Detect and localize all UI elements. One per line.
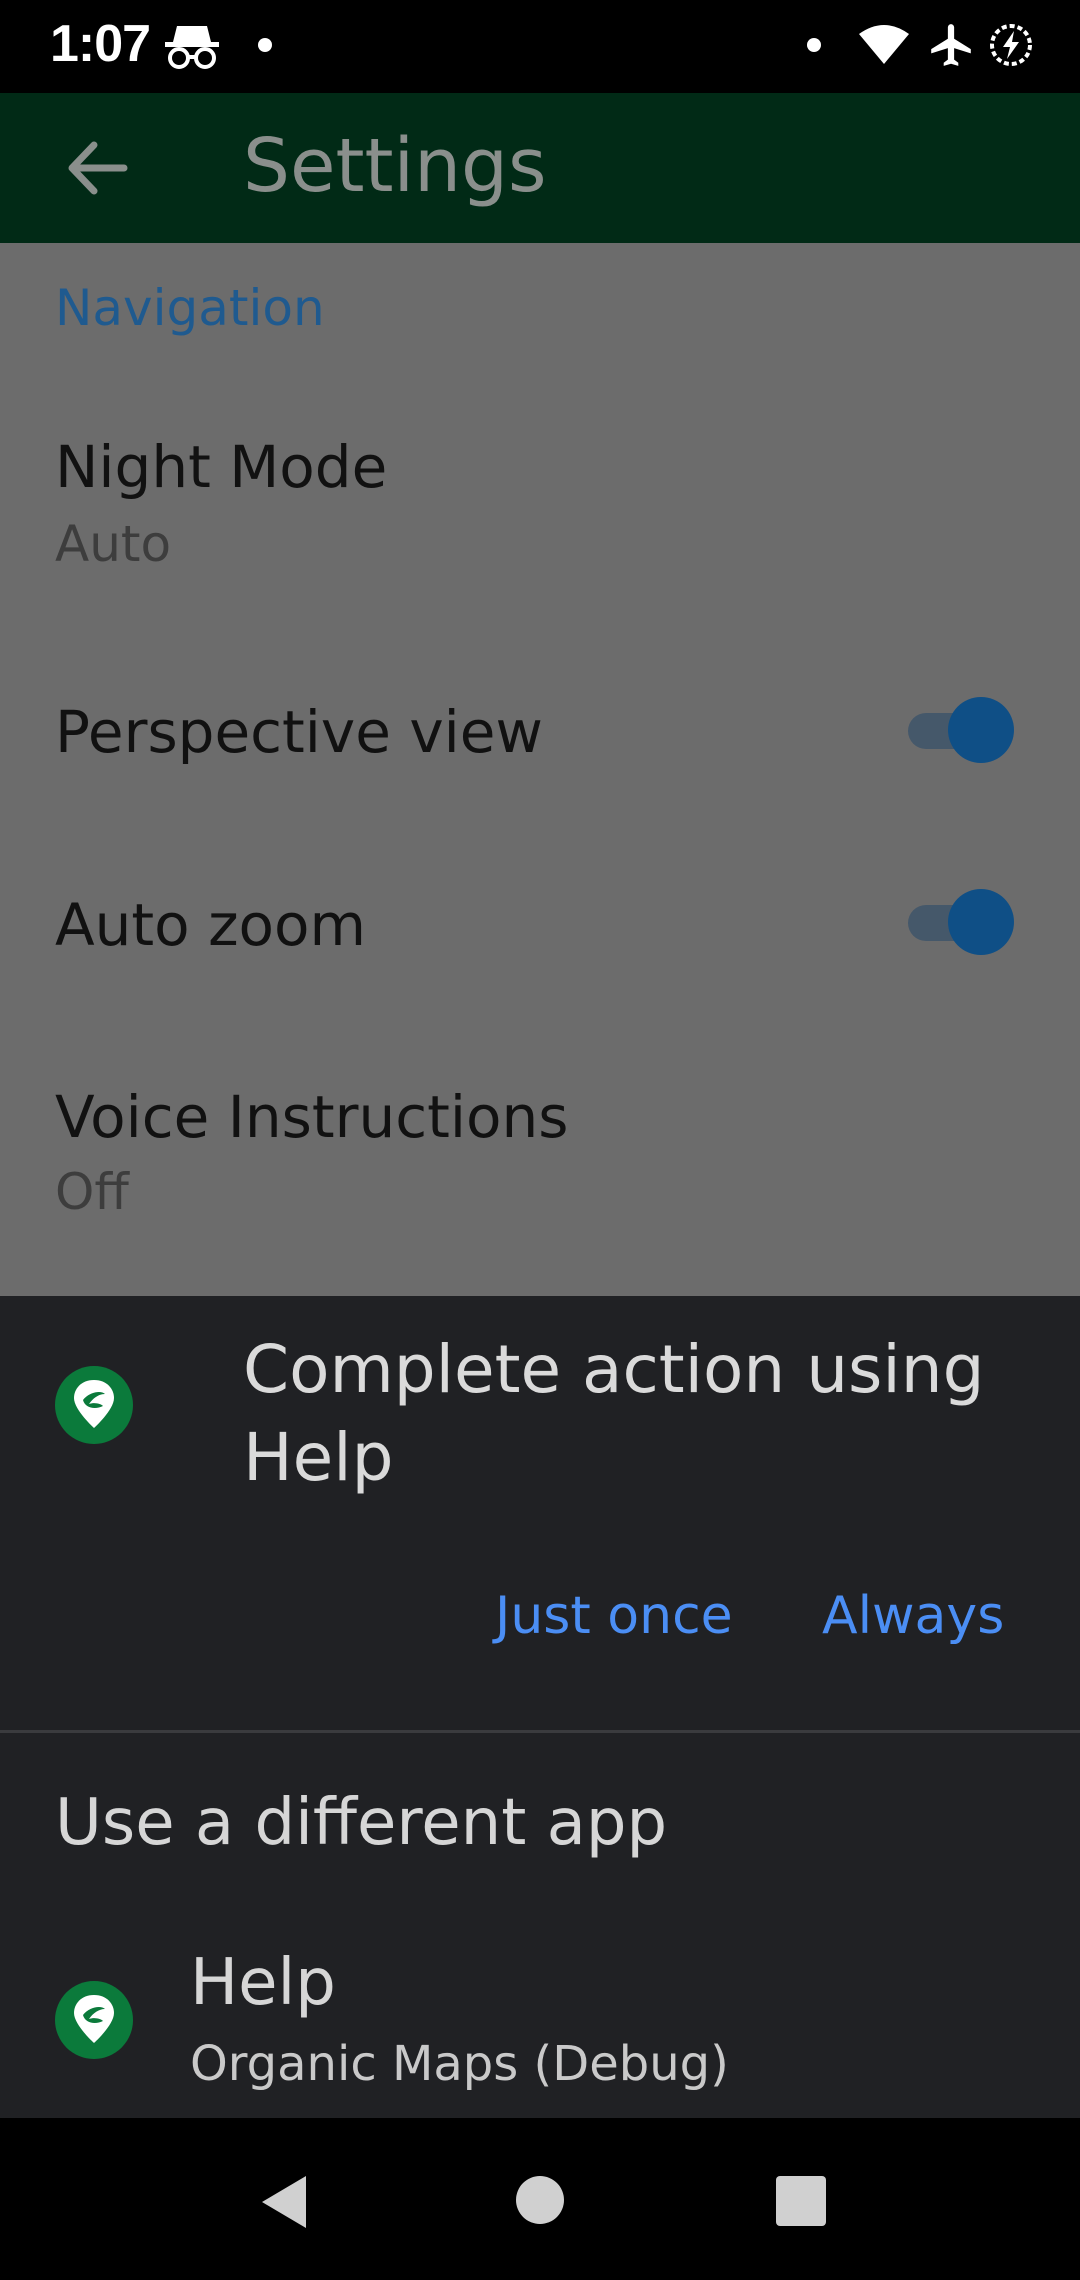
voice-instructions-title: Voice Instructions — [55, 1083, 569, 1151]
page-title: Settings — [243, 123, 547, 209]
night-mode-title: Night Mode — [55, 433, 388, 501]
app-toolbar: Settings — [0, 93, 1080, 243]
notification-dot-icon — [258, 38, 272, 52]
airplane-mode-icon — [931, 24, 971, 66]
night-mode-value: Auto — [55, 515, 172, 573]
incognito-icon — [165, 26, 219, 69]
app-chooser-sheet: Complete action using Help Just once Alw… — [0, 1296, 1080, 2118]
toggle-thumb — [948, 697, 1014, 763]
chooser-heading: Complete action using Help — [243, 1331, 985, 1496]
organic-maps-logo-icon — [55, 1981, 133, 2059]
system-nav-bar — [0, 2118, 1080, 2280]
perspective-view-title: Perspective view — [55, 698, 543, 766]
section-title-navigation: Navigation — [55, 279, 325, 337]
app-package-label: Organic Maps (Debug) — [190, 2036, 729, 2092]
arrow-left-icon[interactable] — [62, 133, 132, 203]
auto-zoom-toggle[interactable] — [903, 883, 1014, 963]
always-button[interactable]: Always — [822, 1586, 1004, 1646]
perspective-view-toggle[interactable] — [903, 691, 1014, 771]
battery-saver-icon — [990, 24, 1032, 66]
divider — [0, 1730, 1080, 1733]
home-circle-icon[interactable] — [514, 2174, 566, 2226]
dot-icon — [807, 38, 821, 52]
auto-zoom-title: Auto zoom — [55, 891, 367, 959]
toggle-thumb — [948, 889, 1014, 955]
use-different-app-label: Use a different app — [55, 1786, 668, 1860]
voice-instructions-value: Off — [55, 1163, 129, 1221]
status-time: 1:07 — [50, 15, 151, 73]
just-once-button[interactable]: Just once — [495, 1586, 733, 1646]
recents-square-icon[interactable] — [774, 2174, 828, 2228]
back-triangle-icon[interactable] — [258, 2174, 310, 2230]
organic-maps-logo-icon — [55, 1366, 133, 1444]
settings-list: Navigation Night Mode Auto Perspective v… — [0, 243, 1080, 1296]
status-bar: 1:07 — [0, 0, 1080, 93]
wifi-icon — [859, 25, 909, 64]
app-name: Help — [190, 1946, 336, 2020]
